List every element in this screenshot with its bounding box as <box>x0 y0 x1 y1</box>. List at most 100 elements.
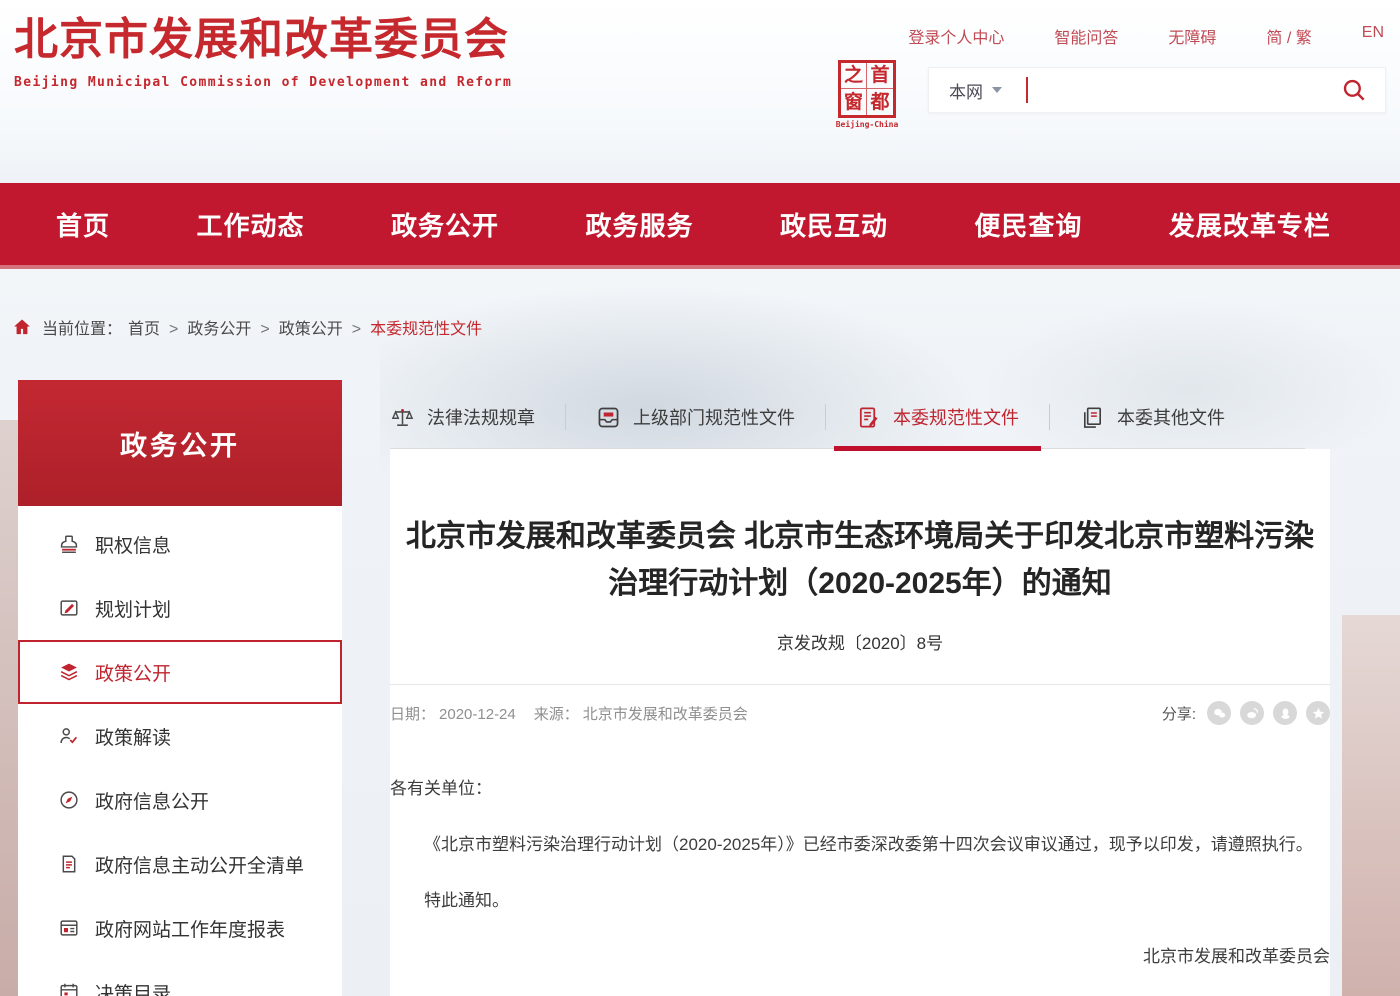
search-icon[interactable] <box>1341 77 1367 103</box>
breadcrumb-separator: > <box>260 321 269 338</box>
report-icon <box>58 917 80 939</box>
site-logo[interactable]: 北京市发展和改革委员会 Beijing Municipal Commission… <box>14 14 512 90</box>
sidebar-item-label: 政策解读 <box>95 723 171 750</box>
nav-item[interactable]: 发展改革专栏 <box>1169 206 1331 243</box>
breadcrumb-link[interactable]: 政务公开 <box>187 321 251 338</box>
sidebar-menu: 职权信息规划计划政策公开政策解读政府信息公开政府信息主动公开全清单政府网站工作年… <box>18 512 342 996</box>
home-icon <box>12 317 32 337</box>
breadcrumb-current: 本委规范性文件 <box>370 321 482 338</box>
nav-item[interactable]: 便民查询 <box>974 206 1082 243</box>
site-search: 本网 <box>928 67 1386 113</box>
tab-label: 本委规范性文件 <box>893 404 1019 430</box>
tab[interactable]: 上级部门规范性文件 <box>596 404 795 430</box>
sidebar-item[interactable]: 政策公开 <box>18 640 342 704</box>
article-signature: 北京市发展和改革委员会 <box>390 937 1330 977</box>
search-scope-label: 本网 <box>949 78 983 103</box>
sidebar-item[interactable]: 政府网站工作年度报表 <box>18 896 342 960</box>
content-area: 法律法规规章 上级部门规范性文件 本委规范性文件 本委其他文件 北京市发展和改革委员会… <box>390 380 1400 996</box>
sidebar-item[interactable]: 职权信息 <box>18 512 342 576</box>
sidebar-item-label: 政策公开 <box>95 659 171 686</box>
seal-caption: Beijing-China <box>835 120 899 129</box>
document-tabs: 法律法规规章 上级部门规范性文件 本委规范性文件 本委其他文件 <box>390 404 1305 449</box>
nav-item[interactable]: 政民互动 <box>780 206 888 243</box>
sidebar-item[interactable]: 规划计划 <box>18 576 342 640</box>
sidebar-item-label: 政府信息主动公开全清单 <box>95 851 304 878</box>
tab-label: 本委其他文件 <box>1117 404 1225 430</box>
sidebar-item-label: 规划计划 <box>95 595 171 622</box>
share-icons <box>1207 701 1330 725</box>
seal-char: 窗 <box>841 89 867 115</box>
top-link[interactable]: 简 / 繁 <box>1266 24 1311 48</box>
article-salutation: 各有关单位： <box>390 769 1330 809</box>
breadcrumb-link[interactable]: 政策公开 <box>279 321 343 338</box>
article-body: 各有关单位： 《北京市塑料污染治理行动计划（2020-2025年）》已经市委深改… <box>390 769 1330 977</box>
site-header: 北京市发展和改革委员会 Beijing Municipal Commission… <box>0 0 1400 183</box>
main-layout: 政务公开 职权信息规划计划政策公开政策解读政府信息公开政府信息主动公开全清单政府… <box>0 380 1400 996</box>
tab[interactable]: 法律法规规章 <box>390 404 535 430</box>
wechat-glyph <box>1212 706 1227 721</box>
sidebar-item-label: 职权信息 <box>95 531 171 558</box>
breadcrumb-items: 首页>政务公开>政策公开>本委规范性文件 <box>128 315 482 339</box>
capital-window-seal[interactable]: 之 首 窗 都 Beijing-China <box>835 60 899 129</box>
scale-icon <box>390 405 415 430</box>
wechat-icon[interactable] <box>1207 701 1231 725</box>
qzone-icon[interactable] <box>1306 701 1330 725</box>
share-label: 分享: <box>1162 703 1196 724</box>
tab[interactable]: 本委其他文件 <box>1080 404 1225 430</box>
site-title: 北京市发展和改革委员会 <box>14 14 512 67</box>
seal-char: 首 <box>867 63 893 89</box>
layers-icon <box>58 661 80 683</box>
sidebar-item-label: 政府网站工作年度报表 <box>95 915 285 942</box>
search-scope-dropdown[interactable]: 本网 <box>929 78 1016 103</box>
top-link[interactable]: 无障碍 <box>1168 24 1216 48</box>
utility-links: 登录个人中心 智能问答 无障碍 简 / 繁 EN <box>908 24 1384 48</box>
article-panel: 北京市发展和改革委员会 北京市生态环境局关于印发北京市塑料污染治理行动计划（20… <box>390 449 1330 996</box>
nav-item[interactable]: 政务服务 <box>585 206 693 243</box>
sidebar-item-label: 政府信息公开 <box>95 787 209 814</box>
qq-glyph <box>1278 706 1293 721</box>
source-label: 来源： <box>534 706 579 723</box>
page: 北京市发展和改革委员会 Beijing Municipal Commission… <box>0 0 1400 996</box>
breadcrumb: 当前位置： 首页>政务公开>政策公开>本委规范性文件 <box>12 314 1400 340</box>
sidebar-item[interactable]: 政府信息公开 <box>18 768 342 832</box>
qq-icon[interactable] <box>1273 701 1297 725</box>
top-link[interactable]: 登录个人中心 <box>908 24 1004 48</box>
weibo-glyph <box>1245 706 1260 721</box>
compass-icon <box>58 789 80 811</box>
weibo-icon[interactable] <box>1240 701 1264 725</box>
doclist-icon <box>58 853 80 875</box>
sidebar-item[interactable]: 政府信息主动公开全清单 <box>18 832 342 896</box>
seal-char: 都 <box>867 89 893 115</box>
tab-divider <box>565 404 566 430</box>
source-value: 北京市发展和改革委员会 <box>583 706 748 723</box>
article-meta-left: 日期：2020-12-24来源：北京市发展和改革委员会 <box>390 703 752 724</box>
breadcrumb-label: 当前位置： <box>42 315 122 339</box>
search-input[interactable] <box>1036 69 1341 111</box>
inbox-icon <box>596 405 621 430</box>
person-icon <box>58 725 80 747</box>
sidebar-item[interactable]: 决策目录 <box>18 960 342 996</box>
breadcrumb-separator: > <box>352 321 361 338</box>
sidebar-item[interactable]: 政策解读 <box>18 704 342 768</box>
text-caret <box>1026 77 1028 103</box>
top-link[interactable]: EN <box>1362 24 1384 48</box>
tab[interactable]: 本委规范性文件 <box>856 404 1019 430</box>
article-meta: 日期：2020-12-24来源：北京市发展和改革委员会 分享: <box>390 684 1330 725</box>
stamp-icon <box>58 533 80 555</box>
breadcrumb-link[interactable]: 首页 <box>128 321 160 338</box>
seal-grid: 之 首 窗 都 <box>838 60 896 118</box>
top-link[interactable]: 智能问答 <box>1054 24 1118 48</box>
primary-nav: 首页 工作动态 政务公开 政务服务 政民互动 便民查询 发展改革专栏 <box>0 183 1400 269</box>
calendar-icon <box>58 981 80 996</box>
plan-icon <box>58 597 80 619</box>
date-value: 2020-12-24 <box>439 706 516 723</box>
article-paragraph: 特此通知。 <box>390 881 1330 921</box>
nav-item[interactable]: 工作动态 <box>196 206 304 243</box>
share-bar: 分享: <box>1162 701 1330 725</box>
nav-item[interactable]: 政务公开 <box>391 206 499 243</box>
seal-char: 之 <box>841 63 867 89</box>
qzone-glyph <box>1311 706 1326 721</box>
article-title: 北京市发展和改革委员会 北京市生态环境局关于印发北京市塑料污染治理行动计划（20… <box>400 514 1320 607</box>
docpen-icon <box>856 405 881 430</box>
nav-item[interactable]: 首页 <box>56 206 110 243</box>
